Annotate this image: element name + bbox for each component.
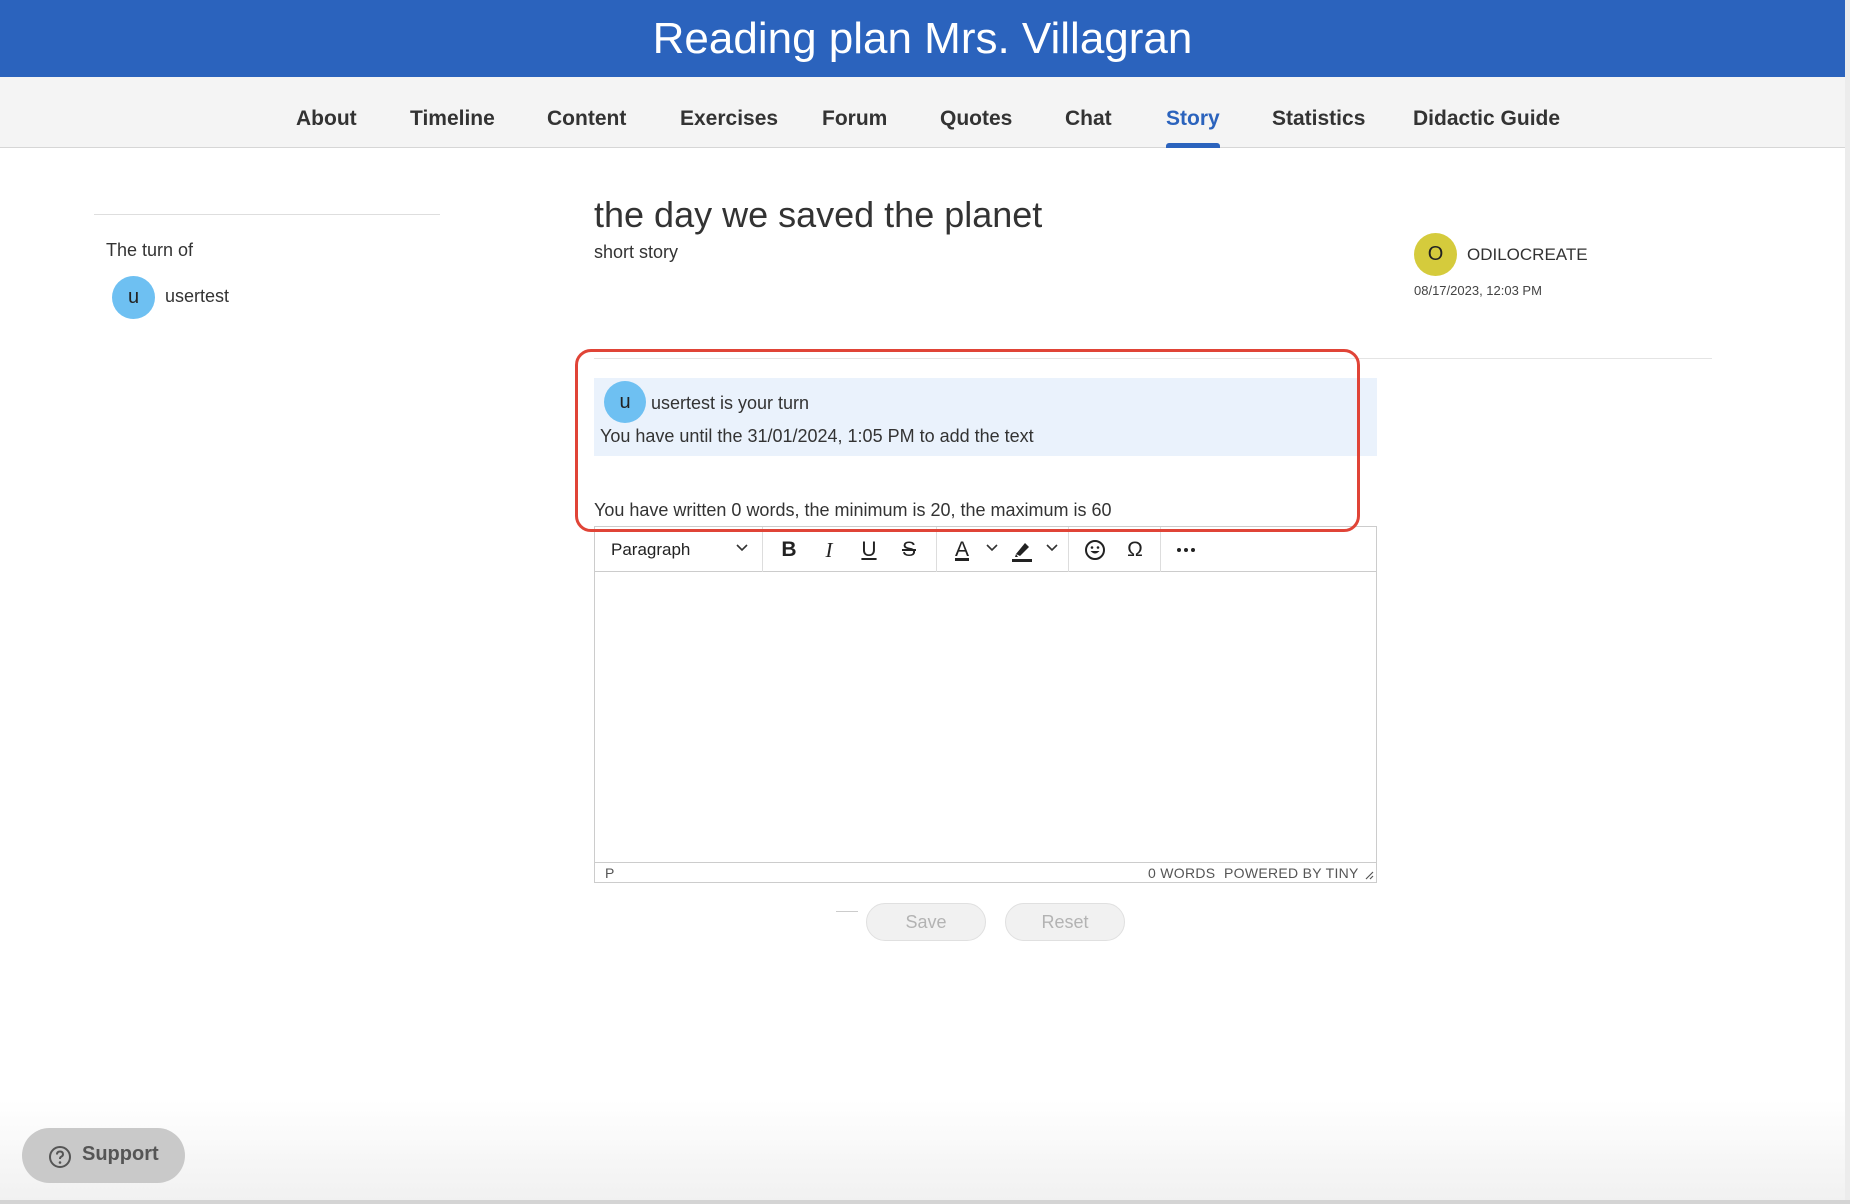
story-title: the day we saved the planet [594, 194, 1043, 235]
highlight-box [575, 349, 1360, 532]
powered-by-link[interactable]: POWERED BY TINY [1224, 865, 1359, 881]
tab-quotes[interactable]: Quotes [940, 77, 1012, 148]
divider-mark [836, 911, 858, 912]
story-type: short story [594, 242, 679, 262]
element-path[interactable]: P [605, 865, 614, 881]
page-title: Reading plan Mrs. Villagran [652, 14, 1193, 63]
bold-icon[interactable]: B [774, 535, 804, 565]
turn-user-name: usertest [165, 286, 230, 306]
author-avatar: O [1414, 233, 1457, 276]
tab-statistics[interactable]: Statistics [1272, 77, 1365, 148]
story-date: 08/17/2023, 12:03 PM [1414, 283, 1542, 298]
turn-of-label: The turn of [106, 240, 194, 260]
header-bar: Reading plan Mrs. Villagran [0, 0, 1850, 77]
tab-story[interactable]: Story [1166, 77, 1220, 148]
strikethrough-icon[interactable]: S [894, 535, 924, 565]
underline-icon[interactable]: U [854, 535, 884, 565]
tab-exercises[interactable]: Exercises [680, 77, 778, 148]
toolbar-separator [1160, 527, 1161, 572]
toolbar-separator [762, 527, 763, 572]
text-color-icon[interactable]: A [947, 535, 977, 565]
tab-didactic-guide[interactable]: Didactic Guide [1413, 77, 1560, 148]
more-icon[interactable] [1171, 535, 1201, 565]
reset-button[interactable]: Reset [1005, 903, 1125, 941]
help-icon [49, 1146, 71, 1168]
editor-statusbar: P 0 WORDS POWERED BY TINY [595, 862, 1376, 883]
tab-chat[interactable]: Chat [1065, 77, 1112, 148]
editor-text-area[interactable] [595, 573, 1376, 863]
special-character-icon[interactable]: Ω [1120, 535, 1150, 565]
support-button[interactable]: Support [22, 1128, 185, 1183]
format-select[interactable]: Paragraph [611, 527, 690, 572]
tab-timeline[interactable]: Timeline [410, 77, 495, 148]
chevron-down-icon[interactable] [1045, 541, 1059, 555]
author-name: ODILOCREATE [1467, 245, 1588, 264]
tab-about[interactable]: About [296, 77, 357, 148]
tab-content[interactable]: Content [547, 77, 626, 148]
window-edge [1845, 0, 1850, 1204]
toolbar-separator [936, 527, 937, 572]
chevron-down-icon [736, 544, 748, 552]
editor-toolbar: Paragraph B I U S A Ω [595, 527, 1376, 572]
avatar: u [112, 276, 155, 319]
emoji-icon[interactable] [1080, 535, 1110, 565]
italic-icon[interactable]: I [814, 535, 844, 565]
support-label: Support [82, 1143, 159, 1165]
resize-handle-icon[interactable] [1364, 870, 1374, 880]
main-nav: About Timeline Content Exercises Forum Q… [0, 77, 1845, 148]
footer-line [0, 1200, 1850, 1204]
word-count[interactable]: 0 WORDS [1148, 865, 1215, 881]
toolbar-separator [1068, 527, 1069, 572]
highlight-icon[interactable] [1007, 535, 1037, 565]
chevron-down-icon[interactable] [985, 541, 999, 555]
sidebar-divider [94, 214, 440, 215]
footer-fade [0, 1100, 1845, 1200]
tab-forum[interactable]: Forum [822, 77, 887, 148]
save-button[interactable]: Save [866, 903, 986, 941]
rich-text-editor: Paragraph B I U S A Ω P 0 WORDS POWERED … [594, 526, 1377, 883]
format-select-value: Paragraph [611, 540, 691, 559]
